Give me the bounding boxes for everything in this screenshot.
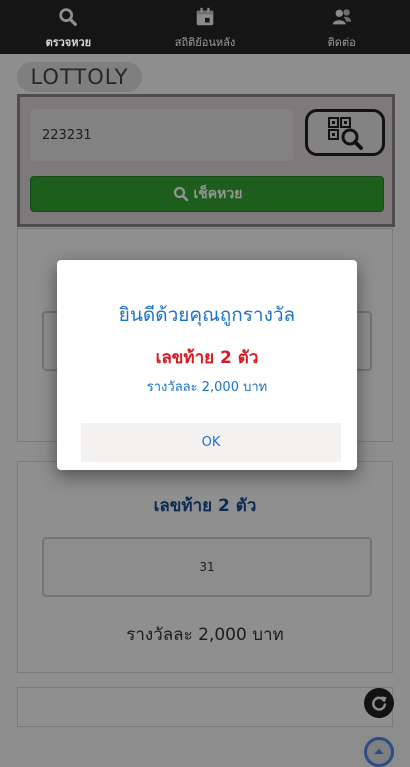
refresh-icon [372, 696, 387, 711]
search-icon [173, 186, 188, 202]
qr-search-icon [328, 116, 363, 150]
winner-dialog: ยินดีด้วยคุณถูกรางวัล เลขท้าย 2 ตัว รางว… [57, 260, 357, 470]
nav-label-contact: ติดต่อ [327, 36, 356, 49]
nav-item-stats[interactable]: สถิติย้อนหลัง [137, 0, 274, 54]
dialog-title: ยินดีด้วยคุณถูกรางวัล [118, 304, 296, 326]
contact-icon [332, 9, 351, 25]
refresh-button[interactable] [364, 688, 394, 718]
nav-item-check[interactable]: ตรวจหวย [0, 0, 137, 54]
card-number-box: 31 [42, 537, 372, 597]
search-panel: 223231 เช็คหวย [17, 94, 395, 227]
card-prize: รางวัลละ 2,000 บาท [126, 625, 284, 645]
result-card-bottom [17, 687, 393, 727]
dialog-prize: รางวัลละ 2,000 บาท [146, 380, 268, 395]
chevron-up-icon [374, 748, 384, 754]
dialog-ok-button[interactable]: OK [81, 423, 341, 462]
scroll-up-button[interactable] [364, 737, 394, 767]
check-button-label: เช็คหวย [193, 186, 243, 202]
card-title: เลขท้าย 2 ตัว [153, 496, 257, 516]
nav-item-contact[interactable]: ติดต่อ [273, 0, 410, 54]
nav-label-stats: สถิติย้อนหลัง [174, 36, 236, 49]
calendar-icon [196, 7, 214, 26]
search-icon [59, 8, 78, 26]
card-number: 31 [199, 560, 215, 574]
result-card: เลขท้าย 2 ตัว 31 รางวัลละ 2,000 บาท [17, 461, 393, 673]
app-logo: LOTTOLY [17, 62, 142, 92]
check-lottery-button[interactable]: เช็คหวย [30, 176, 384, 212]
dialog-result: เลขท้าย 2 ตัว [155, 348, 259, 368]
qr-scan-button[interactable] [305, 109, 385, 156]
nav-label-check: ตรวจหวย [45, 36, 92, 49]
lottery-number-input[interactable]: 223231 [30, 109, 293, 161]
top-navigation: ตรวจหวย สถิติย้อนหลัง ติดต่อ [0, 0, 410, 54]
